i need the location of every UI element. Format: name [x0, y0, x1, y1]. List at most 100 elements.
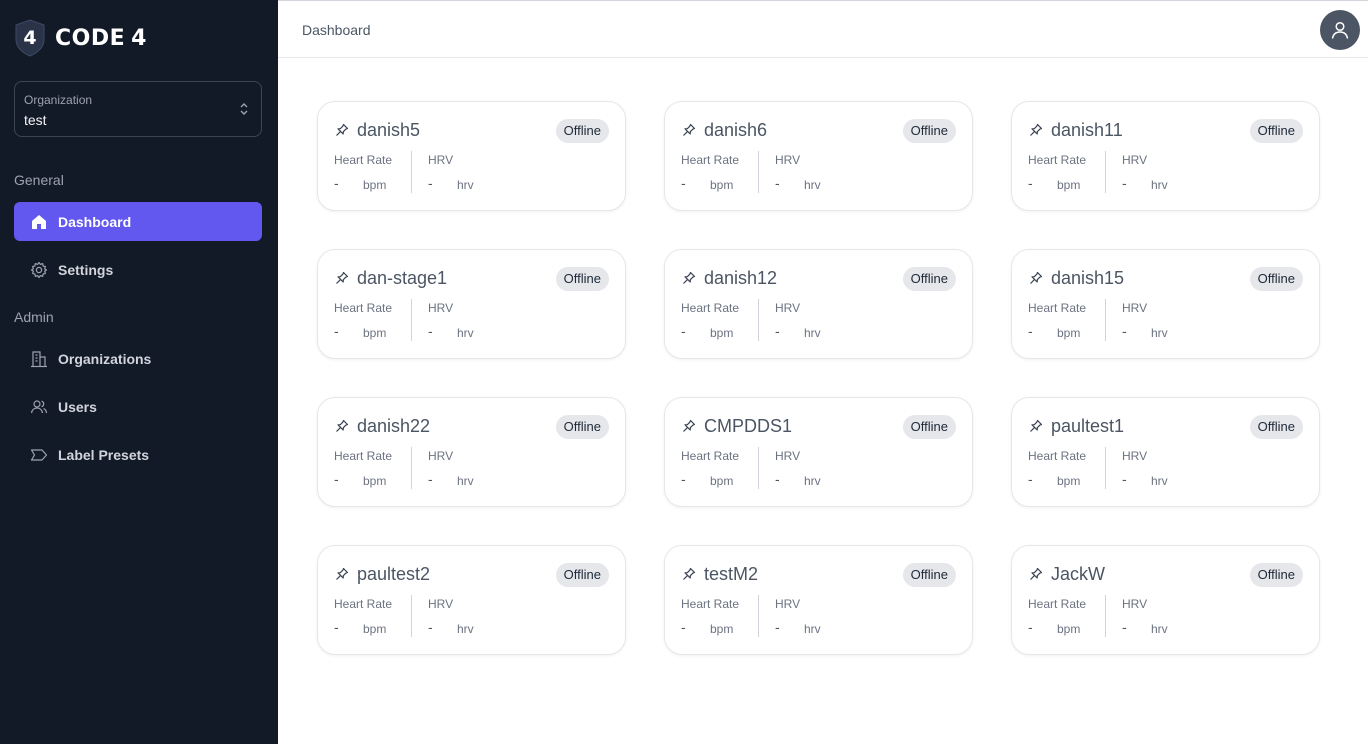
heart-rate-label: Heart Rate	[334, 449, 393, 463]
shield-logo-icon: 4	[15, 19, 45, 57]
device-card[interactable]: danish12 Offline Heart Rate - bpm HRV - …	[664, 249, 973, 359]
sidebar-item-users[interactable]: Users	[14, 387, 262, 426]
heart-rate-value: -	[334, 323, 339, 339]
heart-rate-label: Heart Rate	[334, 597, 393, 611]
pin-icon[interactable]	[682, 271, 696, 285]
pin-icon[interactable]	[335, 567, 349, 581]
organization-select[interactable]: Organization test	[14, 81, 262, 137]
heart-rate-value: -	[334, 471, 339, 487]
breadcrumb[interactable]: Dashboard	[302, 22, 371, 38]
hrv-label: HRV	[775, 597, 801, 611]
hrv-label: HRV	[775, 301, 801, 315]
sidebar-item-settings[interactable]: Settings	[14, 250, 262, 289]
brand-name: CODE	[55, 25, 126, 51]
hrv-unit: hrv	[1151, 178, 1168, 192]
status-badge: Offline	[555, 563, 609, 587]
device-name: danish5	[357, 120, 421, 140]
pin-icon[interactable]	[682, 567, 696, 581]
heart-rate-unit: bpm	[710, 622, 734, 636]
building-icon	[30, 350, 48, 368]
heart-rate-unit: bpm	[710, 474, 734, 488]
user-icon	[1331, 21, 1349, 39]
device-card[interactable]: danish6 Offline Heart Rate - bpm HRV - h…	[664, 101, 973, 211]
status-badge: Offline	[1249, 415, 1303, 439]
hrv-label: HRV	[775, 449, 801, 463]
hrv-label: HRV	[775, 153, 801, 167]
pin-icon[interactable]	[335, 123, 349, 137]
hrv-value: -	[775, 323, 780, 339]
hrv-value: -	[1122, 619, 1127, 635]
status-badge: Offline	[1249, 563, 1303, 587]
heart-rate-value: -	[1028, 471, 1033, 487]
device-card[interactable]: danish15 Offline Heart Rate - bpm HRV - …	[1011, 249, 1320, 359]
heart-rate-unit: bpm	[1057, 622, 1081, 636]
device-name: CMPDDS1	[704, 416, 793, 436]
hrv-value: -	[1122, 323, 1127, 339]
hrv-value: -	[1122, 175, 1127, 191]
status-badge: Offline	[1249, 119, 1303, 143]
heart-rate-value: -	[1028, 175, 1033, 191]
heart-rate-label: Heart Rate	[334, 301, 393, 315]
hrv-label: HRV	[1122, 449, 1148, 463]
metric-divider	[1105, 595, 1106, 637]
status-badge: Offline	[902, 563, 956, 587]
heart-rate-unit: bpm	[1057, 326, 1081, 340]
pin-icon[interactable]	[1029, 419, 1043, 433]
svg-text:4: 4	[23, 27, 36, 49]
hrv-unit: hrv	[804, 474, 821, 488]
heart-rate-label: Heart Rate	[1028, 301, 1087, 315]
metric-divider	[1105, 151, 1106, 193]
pin-icon[interactable]	[1029, 271, 1043, 285]
pin-icon[interactable]	[1029, 567, 1043, 581]
pin-icon[interactable]	[1029, 123, 1043, 137]
home-icon	[30, 213, 48, 231]
sidebar-item-label: Dashboard	[58, 213, 132, 230]
device-card[interactable]: paultest1 Offline Heart Rate - bpm HRV -…	[1011, 397, 1320, 507]
hrv-label: HRV	[428, 449, 454, 463]
heart-rate-label: Heart Rate	[681, 301, 740, 315]
device-card[interactable]: danish11 Offline Heart Rate - bpm HRV - …	[1011, 101, 1320, 211]
device-name: testM2	[704, 564, 759, 584]
hrv-unit: hrv	[804, 622, 821, 636]
heart-rate-value: -	[681, 175, 686, 191]
device-name: danish6	[704, 120, 768, 140]
hrv-label: HRV	[1122, 153, 1148, 167]
heart-rate-unit: bpm	[710, 178, 734, 192]
user-avatar-button[interactable]	[1320, 10, 1360, 50]
hrv-value: -	[428, 471, 433, 487]
hrv-value: -	[1122, 471, 1127, 487]
device-card[interactable]: dan-stage1 Offline Heart Rate - bpm HRV …	[317, 249, 626, 359]
sidebar-item-label: Users	[58, 398, 97, 415]
status-badge: Offline	[902, 119, 956, 143]
hrv-unit: hrv	[1151, 326, 1168, 340]
pin-icon[interactable]	[335, 419, 349, 433]
sidebar-item-label-presets[interactable]: Label Presets	[14, 435, 262, 474]
device-card[interactable]: testM2 Offline Heart Rate - bpm HRV - hr…	[664, 545, 973, 655]
device-name: danish12	[704, 268, 778, 288]
heart-rate-label: Heart Rate	[681, 597, 740, 611]
device-card[interactable]: paultest2 Offline Heart Rate - bpm HRV -…	[317, 545, 626, 655]
pin-icon[interactable]	[682, 123, 696, 137]
device-name: paultest1	[1051, 416, 1125, 436]
status-badge: Offline	[555, 267, 609, 291]
device-name: dan-stage1	[357, 268, 448, 288]
device-card[interactable]: danish22 Offline Heart Rate - bpm HRV - …	[317, 397, 626, 507]
heart-rate-label: Heart Rate	[334, 153, 393, 167]
metric-divider	[758, 595, 759, 637]
pin-icon[interactable]	[682, 419, 696, 433]
heart-rate-label: Heart Rate	[1028, 449, 1087, 463]
brand-logo[interactable]: 4 CODE 4	[14, 18, 147, 58]
hrv-unit: hrv	[1151, 474, 1168, 488]
metric-divider	[411, 447, 412, 489]
pin-icon[interactable]	[335, 271, 349, 285]
device-card[interactable]: CMPDDS1 Offline Heart Rate - bpm HRV - h…	[664, 397, 973, 507]
gear-icon	[30, 261, 48, 279]
sidebar-item-organizations[interactable]: Organizations	[14, 339, 262, 378]
device-card[interactable]: danish5 Offline Heart Rate - bpm HRV - h…	[317, 101, 626, 211]
status-badge: Offline	[1249, 267, 1303, 291]
heart-rate-unit: bpm	[1057, 474, 1081, 488]
sidebar-item-label: Label Presets	[58, 446, 150, 463]
device-card[interactable]: JackW Offline Heart Rate - bpm HRV - hrv	[1011, 545, 1320, 655]
sidebar-item-dashboard[interactable]: Dashboard	[14, 202, 262, 241]
hrv-value: -	[428, 619, 433, 635]
